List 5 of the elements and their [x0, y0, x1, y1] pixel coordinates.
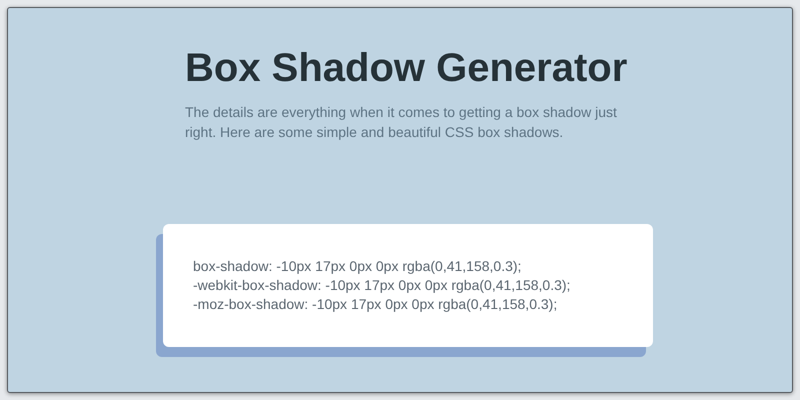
page-description: The details are everything when it comes to getting a box shadow just right. Here are some simple and beautiful CSS box shadows.	[185, 103, 618, 142]
code-line: -webkit-box-shadow: -10px 17px 0px 0px rgba(0,41,158,0.3);	[193, 276, 570, 295]
page-title: Box Shadow Generator	[185, 45, 628, 92]
code-line: box-shadow: -10px 17px 0px 0px rgba(0,41,158,0.3);	[193, 257, 522, 276]
code-line: -moz-box-shadow: -10px 17px 0px 0px rgba(0,41,158,0.3);	[193, 295, 558, 314]
